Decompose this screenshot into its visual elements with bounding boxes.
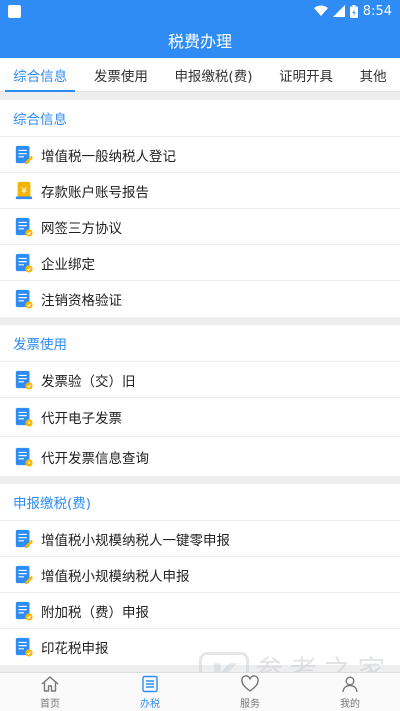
- nav-label: 办税: [140, 699, 160, 710]
- app-header: 8:54 税费办理: [0, 0, 400, 58]
- list-item-enterprise-binding[interactable]: 企业绑定: [0, 245, 400, 281]
- list-item-label: 企业绑定: [41, 256, 95, 273]
- category-tabs: 综合信息 发票使用 申报缴税(费) 证明开具 其他: [0, 58, 400, 92]
- list-item-label: 网签三方协议: [41, 220, 122, 237]
- page-title: 税费办理: [167, 32, 232, 51]
- svg-text:¥: ¥: [21, 186, 27, 196]
- list-item-invoice-query[interactable]: 代开发票信息查询: [0, 437, 400, 476]
- nav-home[interactable]: 首页: [10, 673, 90, 711]
- clock-doc-icon: [14, 406, 34, 428]
- signal-icon: [332, 5, 345, 17]
- edit-doc-icon: [14, 144, 34, 166]
- nav-mine[interactable]: 我的: [310, 673, 390, 711]
- check-doc-icon: [14, 288, 34, 310]
- list-item-label: 存款账户账号报告: [41, 184, 149, 201]
- list-item-label: 增值税小规模纳税人申报: [41, 568, 190, 585]
- nav-label: 我的: [340, 699, 360, 710]
- check-doc-icon: [14, 216, 34, 238]
- clock-doc-icon: [14, 446, 34, 468]
- list-item-e-invoice-issuing[interactable]: 代开电子发票: [0, 398, 400, 437]
- list-item-label: 增值税小规模纳税人一键零申报: [41, 532, 230, 549]
- tab-invoice-use[interactable]: 发票使用: [92, 58, 150, 92]
- tab-certificate[interactable]: 证明开具: [277, 58, 335, 92]
- list-item-invoice-verification[interactable]: 发票验（交）旧: [0, 362, 400, 398]
- list-item-tripartite-agreement[interactable]: 网签三方协议: [0, 209, 400, 245]
- list-item-stamp-tax-declare[interactable]: 印花税申报: [0, 629, 400, 665]
- tab-comprehensive-info[interactable]: 综合信息: [5, 58, 76, 92]
- check-doc-icon: [14, 636, 34, 658]
- section-title: 综合信息: [0, 100, 400, 137]
- list-item-label: 发票验（交）旧: [41, 373, 136, 390]
- check-doc-icon: [14, 369, 34, 391]
- tab-declare-tax[interactable]: 申报缴税(费): [172, 58, 254, 92]
- list-item-label: 注销资格验证: [41, 293, 122, 309]
- tab-other[interactable]: 其他: [358, 58, 389, 92]
- battery-icon: [349, 4, 358, 18]
- section-title: 申报缴税(费): [0, 484, 400, 521]
- status-time: 8:54: [362, 3, 392, 19]
- nav-label: 首页: [40, 699, 60, 710]
- list-icon: [142, 675, 158, 693]
- user-icon: [342, 676, 358, 693]
- yen-doc-icon: ¥: [14, 180, 34, 202]
- list-item-vat-small-zero-declare[interactable]: 增值税小规模纳税人一键零申报: [0, 521, 400, 557]
- edit-doc-icon: [14, 528, 34, 550]
- nav-tax[interactable]: 办税: [110, 673, 190, 711]
- list-item-label: 代开发票信息查询: [41, 450, 149, 467]
- section-title: 发票使用: [0, 325, 400, 362]
- check-doc-icon: [14, 600, 34, 622]
- status-bar: 8:54: [0, 0, 400, 22]
- nav-service[interactable]: 服务: [210, 673, 290, 711]
- nav-label: 服务: [240, 699, 260, 710]
- home-icon: [41, 676, 59, 692]
- bottom-navigation: 首页 办税 服务 我的: [0, 672, 400, 711]
- section-declare-tax: 申报缴税(费) 增值税小规模纳税人一键零申报 增值税小规模纳税人申报 附加税（费…: [0, 484, 400, 665]
- list-item-surtax-declare[interactable]: 附加税（费）申报: [0, 593, 400, 629]
- list-item-deregistration-check[interactable]: 注销资格验证: [0, 281, 400, 317]
- check-doc-icon: [14, 252, 34, 274]
- list-item-label: 增值税一般纳税人登记: [41, 148, 176, 165]
- list-item-vat-general-registration[interactable]: 增值税一般纳税人登记: [0, 137, 400, 173]
- edit-doc-icon: [14, 564, 34, 586]
- wifi-icon: [313, 5, 328, 16]
- list-item-bank-account-report[interactable]: ¥ 存款账户账号报告: [0, 173, 400, 209]
- list-item-label: 代开电子发票: [41, 411, 122, 427]
- heart-icon: [241, 675, 259, 692]
- section-comprehensive-info: 综合信息 增值税一般纳税人登记 ¥ 存款账户账号报告 网签三方协议 企业绑定 注…: [0, 100, 400, 317]
- list-item-label: 附加税（费）申报: [41, 604, 149, 621]
- list-item-vat-small-declare[interactable]: 增值税小规模纳税人申报: [0, 557, 400, 593]
- service-list: 综合信息 增值税一般纳税人登记 ¥ 存款账户账号报告 网签三方协议 企业绑定 注…: [0, 93, 400, 672]
- section-invoice-use: 发票使用 发票验（交）旧 代开电子发票 代开发票信息查询: [0, 325, 400, 476]
- list-item-label: 印花税申报: [41, 641, 109, 657]
- notification-icon: [8, 4, 21, 18]
